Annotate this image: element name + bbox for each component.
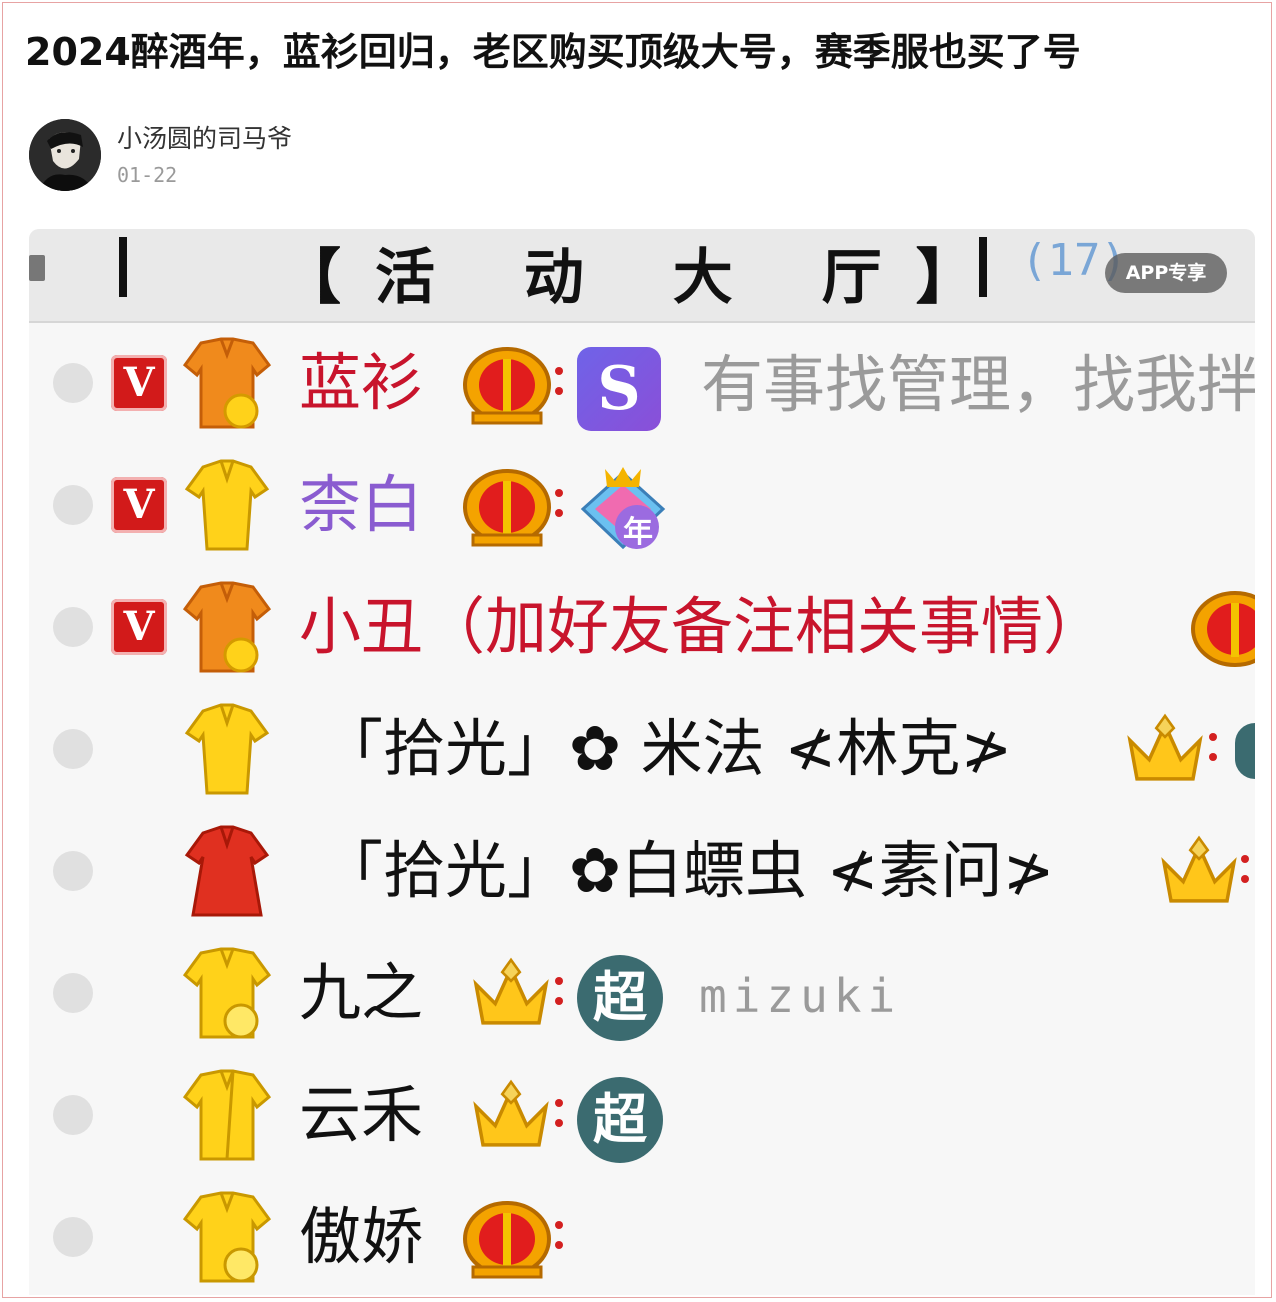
header-separator-left	[119, 237, 127, 297]
member-row[interactable]: 九之 超 mizuki	[29, 935, 1255, 1055]
status-dot	[53, 363, 93, 403]
status-dot	[53, 973, 93, 1013]
header-edge-mark	[29, 255, 45, 281]
member-signature: mizuki	[699, 969, 902, 1023]
member-name[interactable]: 傲娇	[299, 1201, 423, 1273]
member-signature: 有事找管理，找我拌	[701, 348, 1255, 421]
post-title[interactable]: 2024醉酒年，蓝衫回归，老区购买顶级大号，赛季服也买了号	[25, 21, 1265, 76]
colon-separator	[555, 1215, 565, 1261]
red-crown-icon	[463, 1201, 551, 1279]
orange-robe-icon	[182, 337, 272, 429]
member-name[interactable]: 柰白	[299, 469, 423, 541]
author-name[interactable]: 小汤圆的司马爷	[117, 119, 292, 155]
member-row[interactable]: V 柰白 年	[29, 447, 1255, 567]
member-row[interactable]: 「拾光」✿ 米法 ≮林克≯	[29, 691, 1255, 811]
colon-separator	[1209, 727, 1219, 773]
orange-robe-icon	[182, 581, 272, 673]
vip-badge: V	[111, 477, 167, 533]
member-name[interactable]: 九之	[299, 957, 423, 1029]
gold-crown-icon	[473, 1079, 549, 1147]
colon-separator	[555, 971, 565, 1017]
yellow-robe-icon	[184, 703, 270, 795]
gold-crown-icon	[1127, 713, 1203, 781]
status-dot	[53, 607, 93, 647]
s-level-badge: S	[577, 347, 661, 431]
header-separator-right	[979, 237, 987, 297]
post-card: 2024醉酒年，蓝衫回归，老区购买顶级大号，赛季服也买了号 小汤圆的司马爷 01…	[2, 2, 1272, 1298]
colon-separator	[555, 1093, 565, 1139]
vip-badge: V	[111, 355, 167, 411]
yellow-robe-icon	[182, 1069, 272, 1161]
member-name[interactable]: 蓝衫	[299, 347, 423, 419]
edge-badge-icon	[1235, 723, 1255, 779]
member-name[interactable]: 云禾	[299, 1079, 423, 1151]
member-row[interactable]: V 小丑（加好友备注相关事情）	[29, 569, 1255, 689]
colon-separator	[555, 361, 565, 407]
yellow-robe-coin-icon	[182, 947, 272, 1039]
member-name[interactable]: 小丑（加好友备注相关事情）	[299, 591, 1105, 663]
super-badge: 超	[577, 1077, 663, 1163]
post-date: 01-22	[117, 163, 178, 187]
red-robe-icon	[184, 825, 270, 917]
status-dot	[53, 1217, 93, 1257]
vip-badge: V	[111, 599, 167, 655]
red-crown-icon	[1191, 591, 1255, 667]
status-dot	[53, 851, 93, 891]
status-dot	[53, 729, 93, 769]
member-name[interactable]: 「拾光」✿白螵虫 ≮素问≯	[321, 835, 1055, 907]
red-crown-icon	[463, 469, 551, 547]
yellow-robe-icon	[184, 459, 270, 551]
yellow-robe-coin-icon	[182, 1191, 272, 1283]
gold-crown-icon	[473, 957, 549, 1025]
super-badge: 超	[577, 955, 663, 1041]
colon-separator	[555, 483, 565, 529]
member-row[interactable]: V 蓝衫 S 有事找管理，找我拌	[29, 325, 1255, 445]
member-row[interactable]: 傲娇	[29, 1179, 1255, 1295]
member-name[interactable]: 「拾光」✿ 米法 ≮林克≯	[321, 713, 1012, 785]
hall-header-bar: 【活 动 大 厅】 (17) APP专享	[29, 229, 1255, 323]
app-exclusive-badge[interactable]: APP专享	[1105, 253, 1227, 293]
member-row[interactable]: 云禾 超	[29, 1057, 1255, 1177]
member-row[interactable]: 「拾光」✿白螵虫 ≮素问≯	[29, 813, 1255, 933]
author-avatar[interactable]	[29, 119, 101, 191]
colon-separator	[1241, 849, 1251, 895]
red-crown-icon	[463, 347, 551, 425]
year-badge-label: 年	[623, 515, 653, 550]
status-dot	[53, 1095, 93, 1135]
new-year-badge-icon: 年	[575, 459, 671, 555]
hall-title: 【活 动 大 厅】	[281, 243, 1010, 313]
gold-crown-icon	[1161, 835, 1237, 903]
status-dot	[53, 485, 93, 525]
embedded-screenshot: 【活 动 大 厅】 (17) APP专享 V 蓝衫 S 有事找管理，找我拌 V …	[29, 229, 1255, 1295]
